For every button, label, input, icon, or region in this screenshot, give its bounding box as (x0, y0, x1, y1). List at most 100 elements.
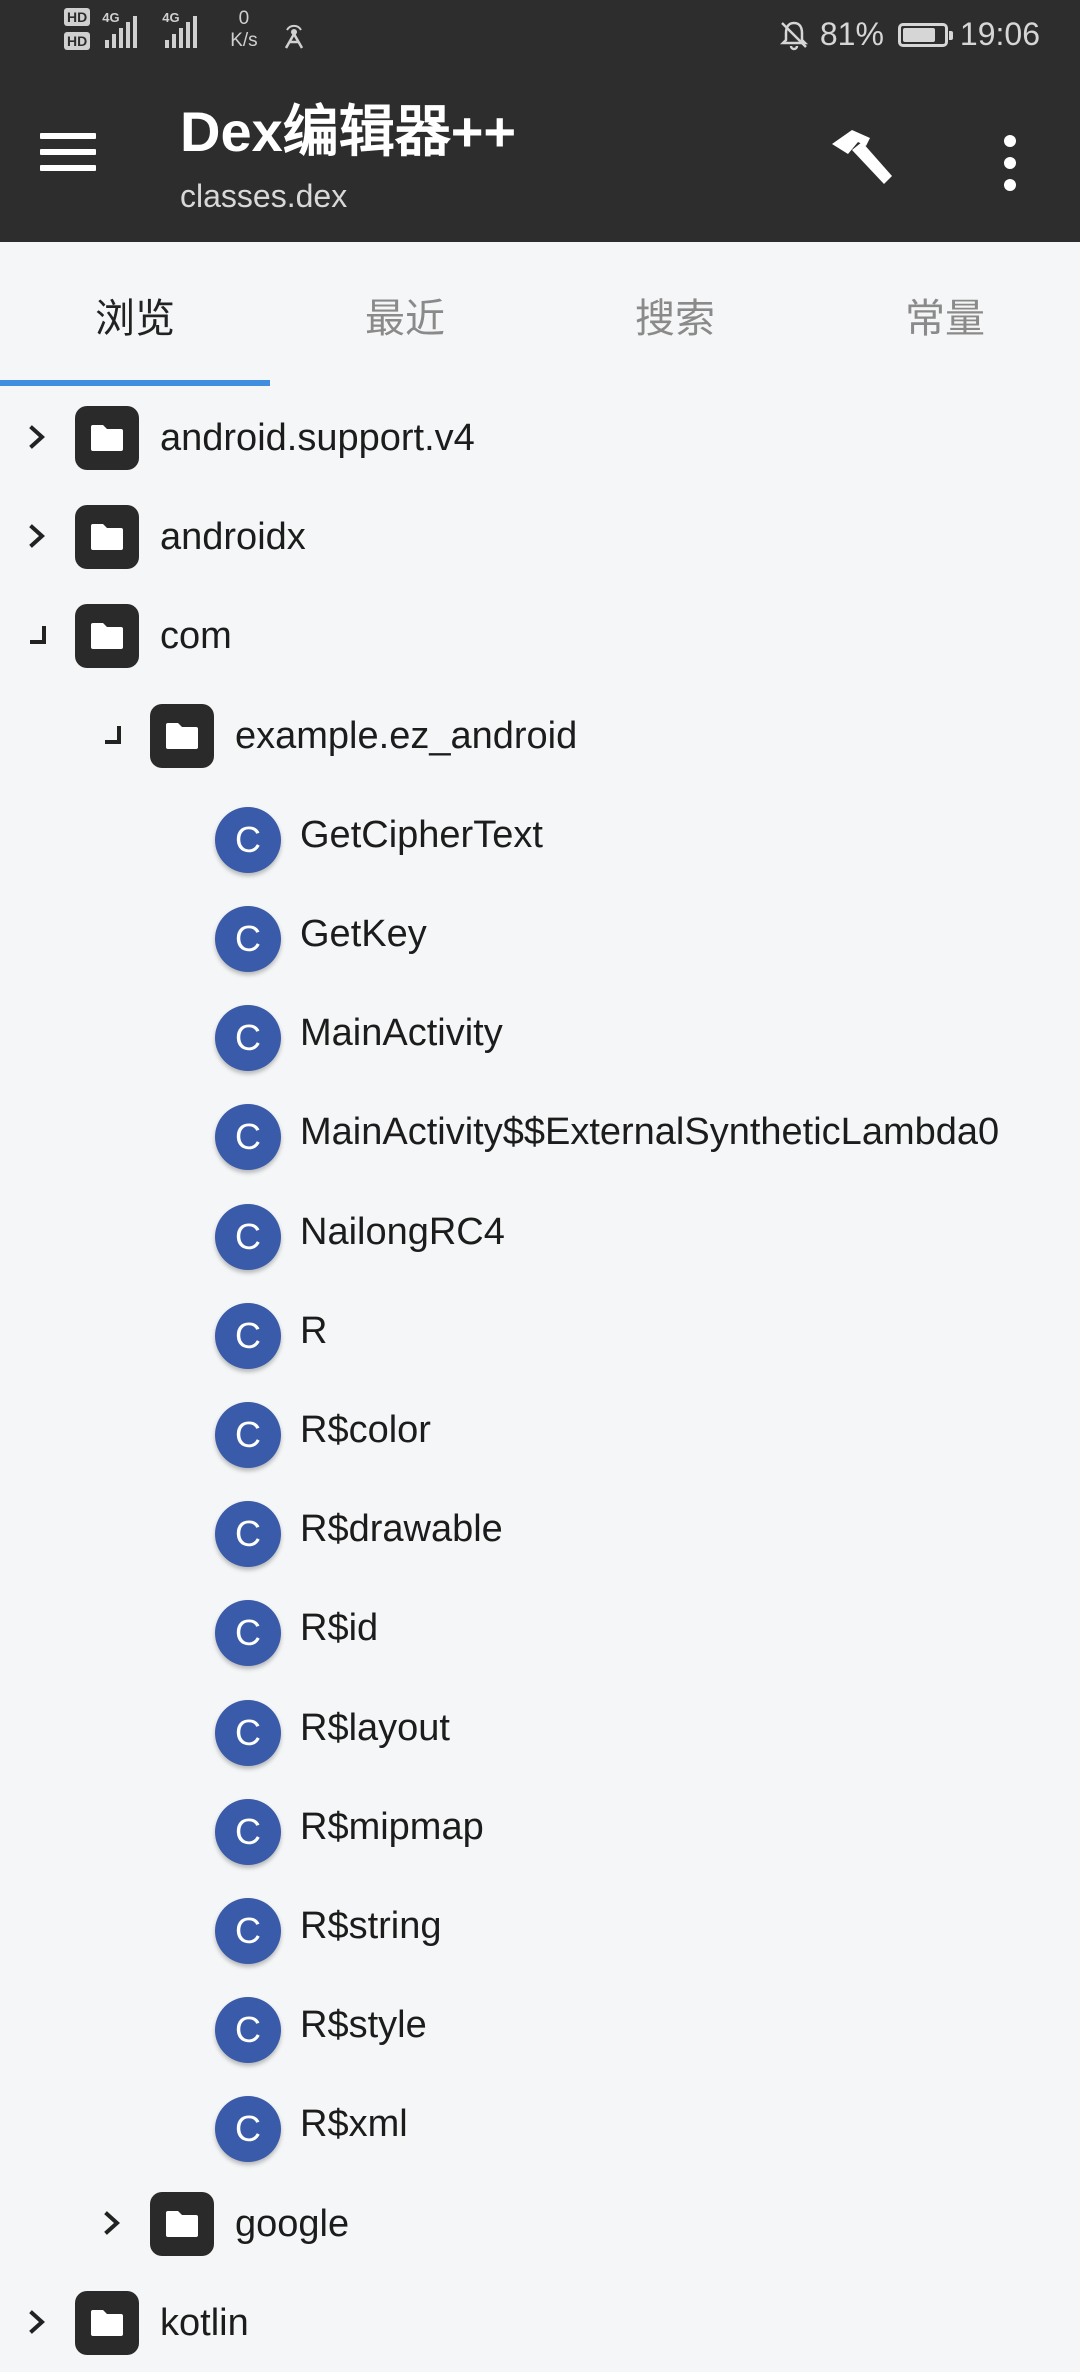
class-icon: C (215, 1997, 281, 2063)
collapsed-chevron-icon[interactable] (97, 2208, 127, 2238)
more-dot (1004, 135, 1016, 147)
class-label: NailongRC4 (300, 1211, 505, 1253)
class-row[interactable]: C R$drawable (0, 1479, 1080, 1578)
tab-indicator (0, 380, 270, 386)
sim-indicators: HD HD (64, 8, 91, 56)
collapsed-chevron-icon[interactable] (22, 521, 52, 551)
package-row[interactable]: google (0, 2174, 1080, 2273)
class-icon: C (215, 2096, 281, 2162)
tab-browse[interactable]: 浏览 (0, 242, 270, 388)
status-left: HD HD 4G 4G 0 K/s (64, 8, 308, 56)
network-speed-value: 0 (238, 8, 250, 29)
folder-icon (75, 505, 139, 569)
folder-icon (150, 2192, 214, 2256)
class-row[interactable]: CR (0, 1281, 1080, 1380)
class-icon: C (215, 1104, 281, 1170)
package-label: example.ez_android (235, 715, 578, 757)
clock: 19:06 (959, 16, 1040, 52)
battery-icon (897, 22, 953, 47)
class-icon: C (215, 1303, 281, 1369)
network-speed-unit: K/s (230, 30, 258, 51)
package-row[interactable]: android.support.v4 (0, 388, 1080, 487)
expanded-chevron-icon[interactable] (97, 720, 127, 750)
sim2-badge: HD (64, 32, 91, 50)
class-icon: C (215, 906, 281, 972)
folder-icon (150, 704, 214, 768)
class-label: MainActivity (300, 1012, 503, 1054)
class-row[interactable]: C GetCipherText (0, 785, 1080, 884)
class-row[interactable]: C R$id (0, 1578, 1080, 1677)
class-icon: C (215, 1005, 281, 1071)
class-icon: C (215, 1402, 281, 1468)
package-row[interactable]: androidx (0, 487, 1080, 586)
class-icon: C (215, 1799, 281, 1865)
class-row[interactable]: C R$layout (0, 1678, 1080, 1777)
sim1-badge: HD (64, 8, 91, 26)
signal-2-icon: 4G (162, 8, 206, 48)
class-label: GetKey (300, 913, 427, 955)
tab-recent[interactable]: 最近 (270, 242, 540, 388)
class-icon: C (215, 1501, 281, 1567)
class-icon: C (215, 807, 281, 873)
class-icon: C (215, 1898, 281, 1964)
class-label: R$style (300, 2004, 427, 2046)
class-row[interactable]: C GetKey (0, 884, 1080, 983)
package-label: android.support.v4 (160, 417, 475, 459)
network-speed: 0 K/s (230, 8, 257, 52)
battery-fill (902, 27, 935, 42)
collapsed-chevron-icon[interactable] (22, 422, 52, 452)
notifications-off-icon (779, 21, 808, 50)
menu-icon-line (40, 149, 96, 155)
package-row[interactable]: example.ez_android (0, 686, 1080, 785)
class-icon: C (215, 1204, 281, 1270)
class-label: R$mipmap (300, 1806, 484, 1848)
status-bar: HD HD 4G 4G 0 K/s 81% 19:06 (0, 0, 1080, 72)
collapsed-chevron-icon[interactable] (22, 2307, 52, 2337)
signal-1-icon: 4G (102, 8, 146, 48)
app-title: Dex编辑器++ (180, 100, 517, 163)
class-row[interactable]: C MainActivity (0, 983, 1080, 1082)
class-icon: C (215, 1700, 281, 1766)
class-label: R$xml (300, 2103, 408, 2145)
package-label: com (160, 615, 232, 657)
menu-icon-line (40, 133, 96, 139)
menu-icon-line (40, 165, 96, 171)
class-label: GetCipherText (300, 814, 543, 856)
class-label: R$color (300, 1409, 431, 1451)
status-right: 81% 19:06 (778, 16, 1040, 53)
package-row[interactable]: com (0, 586, 1080, 685)
expanded-chevron-icon[interactable] (22, 620, 52, 650)
build-button[interactable] (822, 120, 902, 200)
folder-icon (75, 604, 139, 668)
more-dot (1004, 157, 1016, 169)
class-row[interactable]: C R$color (0, 1380, 1080, 1479)
menu-button[interactable] (40, 120, 128, 184)
folder-icon (75, 2291, 139, 2355)
class-row[interactable]: C R$style (0, 1975, 1080, 2074)
class-label: R$drawable (300, 1508, 503, 1550)
class-label: MainActivity$$ExternalSyntheticLambda0 (300, 1111, 1000, 1153)
tab-search[interactable]: 搜索 (540, 242, 810, 388)
battery-percent: 81% (819, 16, 884, 52)
package-label: androidx (160, 516, 306, 558)
more-options-button[interactable] (980, 128, 1040, 198)
class-row[interactable]: C NailongRC4 (0, 1182, 1080, 1281)
class-row[interactable]: C R$xml (0, 2074, 1080, 2173)
package-row[interactable]: kotlin (0, 2273, 1080, 2372)
class-label: R$id (300, 1607, 379, 1649)
class-icon: C (215, 1600, 281, 1666)
app-subtitle: classes.dex (180, 178, 348, 214)
tab-constants[interactable]: 常量 (810, 242, 1080, 388)
app-bar: Dex编辑器++ classes.dex (0, 72, 1080, 242)
tab-bar: 浏览 最近 搜索 常量 (0, 242, 1080, 388)
class-row[interactable]: C R$mipmap (0, 1777, 1080, 1876)
class-label: R$layout (300, 1707, 450, 1749)
folder-icon (75, 406, 139, 470)
hotspot-icon (280, 22, 308, 50)
class-label: R$string (300, 1905, 442, 1947)
class-row[interactable]: C MainActivity$$ExternalSyntheticLambda0 (0, 1082, 1080, 1181)
class-row[interactable]: C R$string (0, 1876, 1080, 1975)
hammer-icon (832, 130, 892, 184)
class-label: R (300, 1310, 328, 1352)
package-label: google (235, 2203, 350, 2245)
